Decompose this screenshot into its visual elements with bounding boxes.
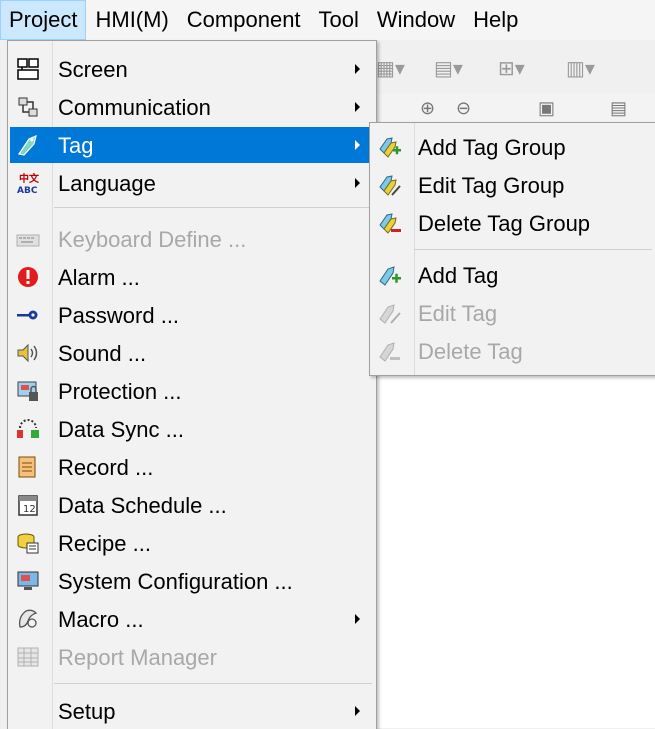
submenu-arrow-icon xyxy=(355,64,360,74)
data-schedule-icon: 12 xyxy=(18,495,38,516)
menu-item-protection[interactable]: Protection ... xyxy=(10,373,374,409)
svg-text:中文: 中文 xyxy=(19,172,40,185)
tag-submenu: Add Tag Group Edit Tag Group Delete Tag … xyxy=(369,122,655,376)
menu-window[interactable]: Window xyxy=(368,0,464,40)
menu-item-label: Password ... xyxy=(58,303,180,328)
system-configuration-icon xyxy=(17,571,39,590)
zoom-in-icon[interactable]: ⊕ xyxy=(420,98,435,119)
menu-project[interactable]: Project xyxy=(0,0,87,40)
submenu-arrow-icon xyxy=(355,102,360,112)
edit-tag-group-icon xyxy=(379,175,401,196)
submenu-arrow-icon xyxy=(355,614,360,624)
menu-item-recipe[interactable]: Recipe ... xyxy=(10,525,374,561)
menu-item-label: Data Sync ... xyxy=(58,417,184,442)
menu-item-communication[interactable]: Communication xyxy=(10,89,374,125)
add-tag-group-icon xyxy=(379,137,401,158)
menu-item-label: Add Tag xyxy=(418,263,499,288)
communication-icon xyxy=(18,97,38,117)
language-icon: 中文ABC xyxy=(17,172,40,195)
submenu-arrow-icon xyxy=(355,706,360,716)
toolbar-center-icon[interactable]: ⊞▾ xyxy=(498,56,525,81)
menu-item-label: Language xyxy=(58,171,156,196)
menu-item-record[interactable]: Record ... xyxy=(10,449,374,485)
zoom-out-icon[interactable]: ⊖ xyxy=(456,98,471,119)
report-manager-icon xyxy=(17,647,39,667)
menu-item-language[interactable]: 中文 ABC Language xyxy=(10,165,374,201)
menu-item-screen[interactable]: Screen xyxy=(10,51,374,87)
menu-item-label: Recipe ... xyxy=(58,531,151,556)
menu-help[interactable]: Help xyxy=(464,0,527,40)
recipe-icon xyxy=(17,533,39,554)
menu-item-label: Tag xyxy=(58,133,94,158)
edit-tag-icon xyxy=(379,304,401,324)
toolbar-align-icon[interactable]: ▦▾ xyxy=(376,56,405,81)
menu-separator xyxy=(54,683,372,684)
add-tag-icon xyxy=(379,266,401,286)
submenu-item-delete-tag[interactable]: Delete Tag xyxy=(372,333,654,369)
password-key-icon xyxy=(17,310,38,320)
alarm-icon xyxy=(18,267,38,287)
menu-item-label: Edit Tag Group xyxy=(418,173,565,198)
menu-item-sound[interactable]: Sound ... xyxy=(10,335,374,371)
menu-item-label: Data Schedule ... xyxy=(58,493,227,518)
toolbar: ▦▾ ▤▾ ⊞▾ ▥▾ xyxy=(370,42,655,94)
tag-icon xyxy=(18,134,37,156)
ruler-strip: ⊕ ⊖ ▣ ▤ xyxy=(370,94,655,125)
submenu-item-delete-tag-group[interactable]: Delete Tag Group xyxy=(372,205,654,241)
record-icon xyxy=(18,456,36,478)
menu-item-label: System Configuration ... xyxy=(58,569,293,594)
menu-item-label: Add Tag Group xyxy=(418,135,566,160)
submenu-arrow-icon xyxy=(355,178,360,188)
submenu-item-add-tag[interactable]: Add Tag xyxy=(372,257,654,293)
menu-component[interactable]: Component xyxy=(178,0,310,40)
submenu-item-edit-tag-group[interactable]: Edit Tag Group xyxy=(372,167,654,203)
menu-item-macro[interactable]: Macro ... xyxy=(10,601,374,637)
menu-item-label: Delete Tag Group xyxy=(418,211,591,236)
svg-text:12: 12 xyxy=(23,504,36,515)
screen-icon xyxy=(17,58,39,80)
menu-item-label: Alarm ... xyxy=(58,265,140,290)
macro-icon xyxy=(18,609,38,628)
menu-bar: Project HMI(M) Component Tool Window Hel… xyxy=(0,0,655,40)
menu-item-report-manager[interactable]: Report Manager xyxy=(10,639,374,675)
menu-item-label: Delete Tag xyxy=(418,339,523,364)
menu-item-label: Record ... xyxy=(58,455,154,480)
menu-item-label: Communication xyxy=(58,95,211,120)
menu-item-label: Edit Tag xyxy=(418,301,498,326)
menu-item-data-sync[interactable]: Data Sync ... xyxy=(10,411,374,447)
menu-item-label: Protection ... xyxy=(58,379,182,404)
menu-item-data-schedule[interactable]: 12 Data Schedule ... xyxy=(10,487,374,523)
menu-item-label: Keyboard Define ... xyxy=(58,227,247,252)
keyboard-icon xyxy=(16,234,40,247)
submenu-item-edit-tag[interactable]: Edit Tag xyxy=(372,295,654,331)
menu-item-tag[interactable]: Tag xyxy=(10,127,374,163)
delete-tag-icon xyxy=(379,342,400,362)
menu-item-label: Screen xyxy=(58,57,128,82)
menu-item-label: Macro ... xyxy=(58,607,144,632)
svg-text:ABC: ABC xyxy=(17,186,38,195)
window-cascade-icon[interactable]: ▤ xyxy=(610,98,627,119)
data-sync-icon xyxy=(17,419,39,438)
window-tile-icon[interactable]: ▣ xyxy=(538,98,555,119)
menu-item-label: Setup xyxy=(58,699,116,724)
menu-separator xyxy=(414,249,652,250)
project-menu: Screen Communication Tag 中文 ABC Language … xyxy=(7,40,377,729)
menu-hmi[interactable]: HMI(M) xyxy=(86,0,177,40)
menu-separator xyxy=(54,207,372,208)
delete-tag-group-icon xyxy=(379,213,401,234)
submenu-item-add-tag-group[interactable]: Add Tag Group xyxy=(372,129,654,165)
menu-item-label: Sound ... xyxy=(58,341,147,366)
toolbar-layer-icon[interactable]: ▥▾ xyxy=(566,56,595,81)
menu-item-system-configuration[interactable]: System Configuration ... xyxy=(10,563,374,599)
menu-item-password[interactable]: Password ... xyxy=(10,297,374,333)
menu-tool[interactable]: Tool xyxy=(310,0,368,40)
submenu-arrow-icon xyxy=(355,140,360,150)
toolbar-distribute-icon[interactable]: ▤▾ xyxy=(434,56,463,81)
menu-item-setup[interactable]: Setup xyxy=(10,693,374,729)
sound-icon xyxy=(17,343,38,363)
menu-item-keyboard-define[interactable]: Keyboard Define ... xyxy=(10,221,374,257)
protection-icon xyxy=(17,381,38,401)
menu-item-label: Report Manager xyxy=(58,645,217,670)
menu-item-alarm[interactable]: Alarm ... xyxy=(10,259,374,295)
